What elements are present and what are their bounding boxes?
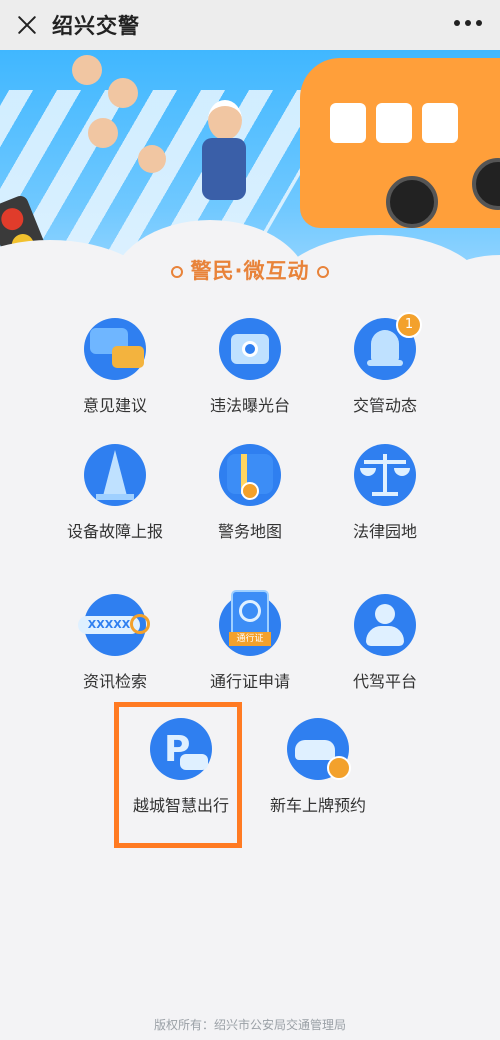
pedestrian-figure: [108, 78, 138, 108]
menu-item-yuecheng-smart-travel[interactable]: P 越城智慧出行: [121, 718, 241, 818]
menu-item-designated-driver[interactable]: 代驾平台: [325, 594, 445, 694]
map-pin-icon: [219, 444, 281, 506]
search-box-icon: XXXXX: [78, 594, 150, 656]
menu-item-pass-application[interactable]: 通行证 通行证申请: [190, 590, 310, 694]
person-icon: [354, 594, 416, 656]
menu-item-violation-exposure[interactable]: 违法曝光台: [190, 318, 310, 418]
pedestrian-figure: [72, 55, 102, 85]
circle-icon: [170, 266, 183, 278]
menu-item-traffic-news[interactable]: 1 交管动态: [325, 312, 445, 418]
notification-badge: 1: [396, 312, 422, 338]
section-title: 警民·微互动: [0, 255, 500, 285]
pedestrian-figure: [88, 118, 118, 148]
menu-item-new-car-plate-booking[interactable]: 新车上牌预约: [258, 718, 378, 818]
bus-illustration: [300, 58, 500, 228]
pedestrian-figure: [138, 145, 166, 173]
bell-icon: 1: [354, 312, 422, 380]
chat-bubbles-icon: [84, 318, 146, 380]
copyright-footer: 版权所有：绍兴市公安局交通管理局: [153, 1018, 346, 1032]
traffic-cone-icon: [84, 444, 146, 506]
car-clock-icon: [287, 718, 351, 780]
menu-item-legal-corner[interactable]: 法律园地: [325, 444, 445, 544]
page-title: 绍兴交警: [52, 14, 140, 38]
more-options-icon[interactable]: [454, 20, 482, 26]
scales-icon: [354, 444, 416, 506]
menu-item-device-fault-report[interactable]: 设备故障上报: [55, 444, 175, 544]
circle-icon: [317, 266, 330, 278]
pass-document-icon: 通行证: [219, 590, 281, 656]
menu-item-info-search[interactable]: XXXXX 资讯检索: [55, 594, 175, 694]
police-officer-body: [202, 138, 246, 200]
parking-car-icon: P: [150, 718, 212, 780]
title-bar: 绍兴交警: [0, 0, 500, 50]
close-icon[interactable]: [16, 14, 38, 36]
police-officer-figure: [208, 100, 242, 140]
menu-item-suggestions[interactable]: 意见建议: [55, 318, 175, 418]
camera-icon: [219, 318, 281, 380]
menu-item-police-map[interactable]: 警务地图: [190, 444, 310, 544]
